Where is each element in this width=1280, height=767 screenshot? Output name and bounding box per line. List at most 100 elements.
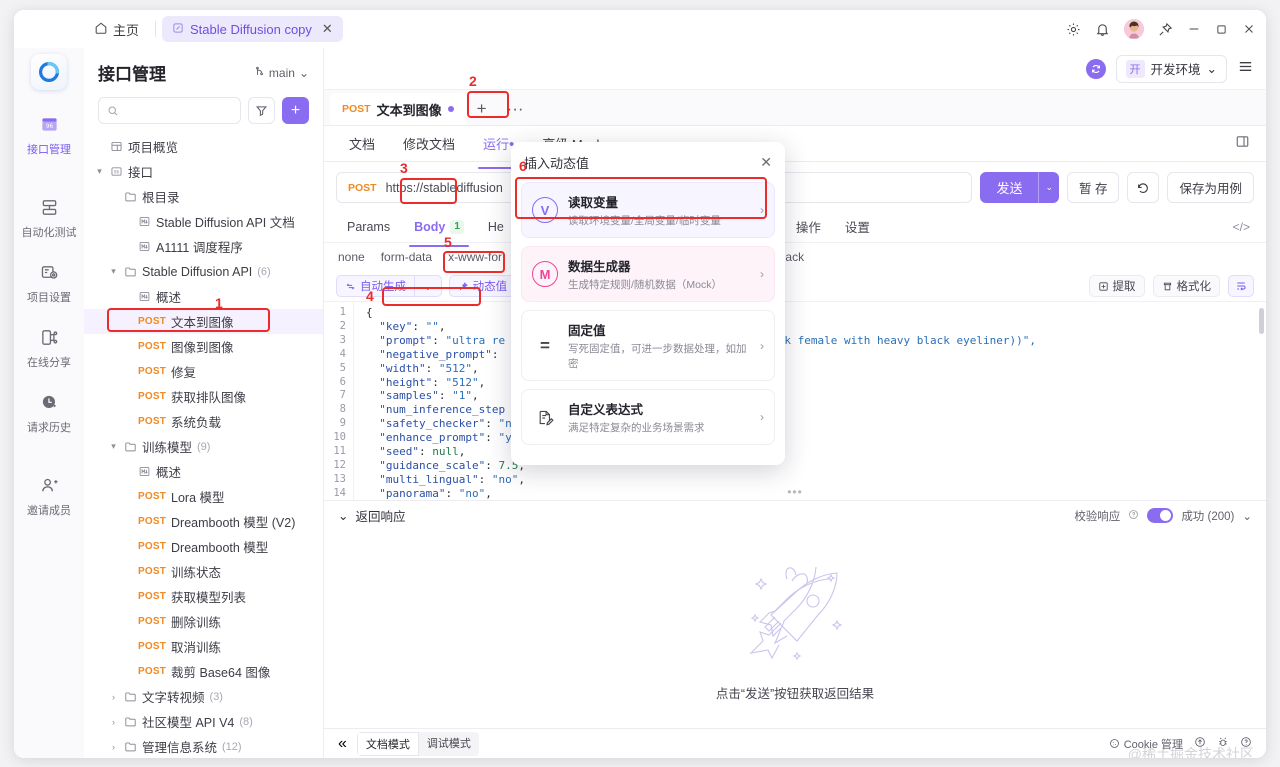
app-logo-icon[interactable] [31, 54, 67, 90]
extract-button[interactable]: 提取 [1089, 275, 1145, 297]
popup-option-1[interactable]: M数据生成器生成特定规则/随机数据（Mock）› [521, 246, 775, 302]
help-icon[interactable] [1128, 509, 1139, 523]
search-input[interactable] [98, 97, 241, 124]
tree-item-api[interactable]: POST裁剪 Base64 图像 [84, 659, 323, 684]
tree-item-api[interactable]: POST训练状态 [84, 559, 323, 584]
tree-item-api[interactable]: POST取消训练 [84, 634, 323, 659]
dynamic-value-button[interactable]: 动态值 [449, 275, 517, 297]
tab-1[interactable]: 修改文档 [390, 127, 468, 160]
mode-0[interactable]: 文档模式 [357, 732, 419, 756]
expand-arrow-icon[interactable]: › [108, 717, 119, 727]
tab-0[interactable]: 文档 [336, 127, 388, 160]
tree-item-api[interactable]: POST获取模型列表 [84, 584, 323, 609]
help-icon[interactable] [1240, 736, 1252, 751]
project-tab[interactable]: Stable Diffusion copy ✕ [162, 16, 343, 42]
add-api-button[interactable]: + [282, 97, 309, 124]
tree-item-folder[interactable]: ›文字转视频(3) [84, 684, 323, 709]
expand-arrow-icon[interactable]: ▾ [94, 166, 105, 177]
code-view-icon[interactable]: </> [1233, 220, 1250, 234]
avatar[interactable] [1124, 19, 1144, 39]
tree-item-api[interactable]: POSTLora 模型 [84, 484, 323, 509]
tree-item-folder[interactable]: ›管理信息系统(12) [84, 734, 323, 758]
popup-option-2[interactable]: =固定值写死固定值，可进一步数据处理，如加密› [521, 310, 775, 381]
expand-arrow-icon[interactable]: ▾ [108, 266, 119, 277]
dynamic-value-segment[interactable]: 动态值 [450, 278, 516, 294]
request-tab-0[interactable]: Params [336, 214, 401, 240]
tree-item[interactable]: A1111 调度程序 [84, 234, 323, 259]
mode-1[interactable]: 调试模式 [419, 732, 479, 756]
tree-item-folder[interactable]: 根目录 [84, 184, 323, 209]
tree-item-api[interactable]: POST删除训练 [84, 609, 323, 634]
save-draft-button[interactable]: 暂 存 [1067, 172, 1119, 203]
response-status-caret-icon[interactable]: ⌄ [1242, 509, 1252, 523]
bug-icon[interactable] [1217, 736, 1229, 751]
sidebar-item-invite-member[interactable]: 邀请成员 [18, 469, 80, 524]
expand-arrow-icon[interactable]: › [108, 742, 119, 752]
tree-item-api[interactable]: POSTDreambooth 模型 [84, 534, 323, 559]
bell-icon[interactable] [1095, 22, 1110, 37]
sidebar-item-history[interactable]: 请求历史 [18, 386, 80, 441]
collapse-sidebar-icon[interactable]: « [338, 735, 347, 753]
request-tab-4[interactable]: 设置 [834, 211, 881, 242]
response-collapse-caret-icon[interactable]: ⌄ [338, 508, 348, 523]
tree-item[interactable]: 概述 [84, 284, 323, 309]
tree-item-api[interactable]: POST图像到图像 [84, 334, 323, 359]
gear-icon[interactable] [1066, 22, 1081, 37]
editor-scrollbar[interactable] [1259, 308, 1264, 334]
new-tab-button[interactable]: + [468, 93, 496, 125]
request-tab-2[interactable]: He [477, 214, 515, 240]
format-button[interactable]: 格式化 [1153, 275, 1221, 297]
request-tab-1[interactable]: Body1 [403, 214, 475, 240]
tree-item[interactable]: ▾96接口 [84, 159, 323, 184]
api-tab-active[interactable]: POST 文本到图像 [330, 93, 466, 125]
sidebar-item-project-settings[interactable]: 项目设置 [18, 256, 80, 311]
auto-generate-segment[interactable]: 自动生成 [337, 278, 414, 294]
expand-arrow-icon[interactable]: ▾ [108, 441, 119, 452]
sidebar-item-share[interactable]: 在线分享 [18, 321, 80, 376]
tree-item[interactable]: 概述 [84, 459, 323, 484]
body-type-none[interactable]: none [338, 250, 365, 264]
filter-icon[interactable] [248, 97, 275, 124]
popup-option-0[interactable]: V读取变量读取环境变量/全局变量/临时变量› [521, 182, 775, 238]
editor-code[interactable]: { "key": "", "prompt": "ultra reunk fema… [354, 302, 1266, 500]
tree-item-api[interactable]: POST修复 [84, 359, 323, 384]
save-as-case-button[interactable]: 保存为用例 [1167, 172, 1254, 203]
send-button[interactable]: 发送 ⌄ [980, 172, 1059, 203]
body-type-x-www-for[interactable]: x-www-for [448, 250, 502, 264]
tree-item[interactable]: 项目概览 [84, 134, 323, 159]
validate-response-toggle[interactable] [1147, 508, 1173, 523]
auto-generate-caret-icon[interactable]: ⌄ [415, 279, 441, 293]
reset-button[interactable] [1127, 172, 1159, 203]
branch-selector[interactable]: main ⌄ [254, 66, 309, 80]
tree-item-folder[interactable]: ▾Stable Diffusion API(6) [84, 259, 323, 284]
cookie-manage-button[interactable]: Cookie 管理 [1109, 736, 1183, 752]
send-options-caret-icon[interactable]: ⌄ [1038, 172, 1059, 203]
close-tab-icon[interactable]: ✕ [322, 21, 333, 37]
sync-icon[interactable] [1086, 59, 1106, 79]
upload-icon[interactable] [1194, 736, 1206, 751]
pin-icon[interactable] [1158, 22, 1173, 37]
sidebar-item-api-manage[interactable]: 96 接口管理 [18, 108, 80, 163]
body-code-editor[interactable]: 1234567891011121314151617 { "key": "", "… [324, 301, 1266, 500]
maximize-icon[interactable] [1215, 23, 1228, 36]
body-type-form-data[interactable]: form-data [381, 250, 432, 264]
split-panel-icon[interactable] [1235, 134, 1250, 154]
tree-item[interactable]: Stable Diffusion API 文档 [84, 209, 323, 234]
popup-option-3[interactable]: 自定义表达式满足特定复杂的业务场景需求› [521, 389, 775, 445]
tree-item-api[interactable]: POST获取排队图像 [84, 384, 323, 409]
close-icon[interactable]: ✕ [760, 154, 772, 171]
editor-resize-handle[interactable]: ••• [787, 485, 803, 499]
auto-generate-button[interactable]: 自动生成 ⌄ [336, 275, 442, 297]
tree-item-folder[interactable]: ›社区模型 API V4(8) [84, 709, 323, 734]
environment-selector[interactable]: 开 开发环境 ⌄ [1116, 55, 1228, 83]
close-icon[interactable] [1242, 22, 1256, 36]
tree-item-api[interactable]: POST系统负载 [84, 409, 323, 434]
home-tab[interactable]: 主页 [84, 16, 149, 43]
tree-item-api[interactable]: POSTDreambooth 模型 (V2) [84, 509, 323, 534]
request-tab-3[interactable]: 操作 [785, 211, 832, 242]
tab-more-button[interactable]: ··· [498, 93, 533, 125]
tree-item-folder[interactable]: ▾训练模型(9) [84, 434, 323, 459]
tree-item-api[interactable]: POST文本到图像 [84, 309, 323, 334]
insert-dynamic-value-popup[interactable]: 插入动态值 ✕ V读取变量读取环境变量/全局变量/临时变量›M数据生成器生成特定… [511, 142, 785, 465]
expand-arrow-icon[interactable]: › [108, 692, 119, 702]
